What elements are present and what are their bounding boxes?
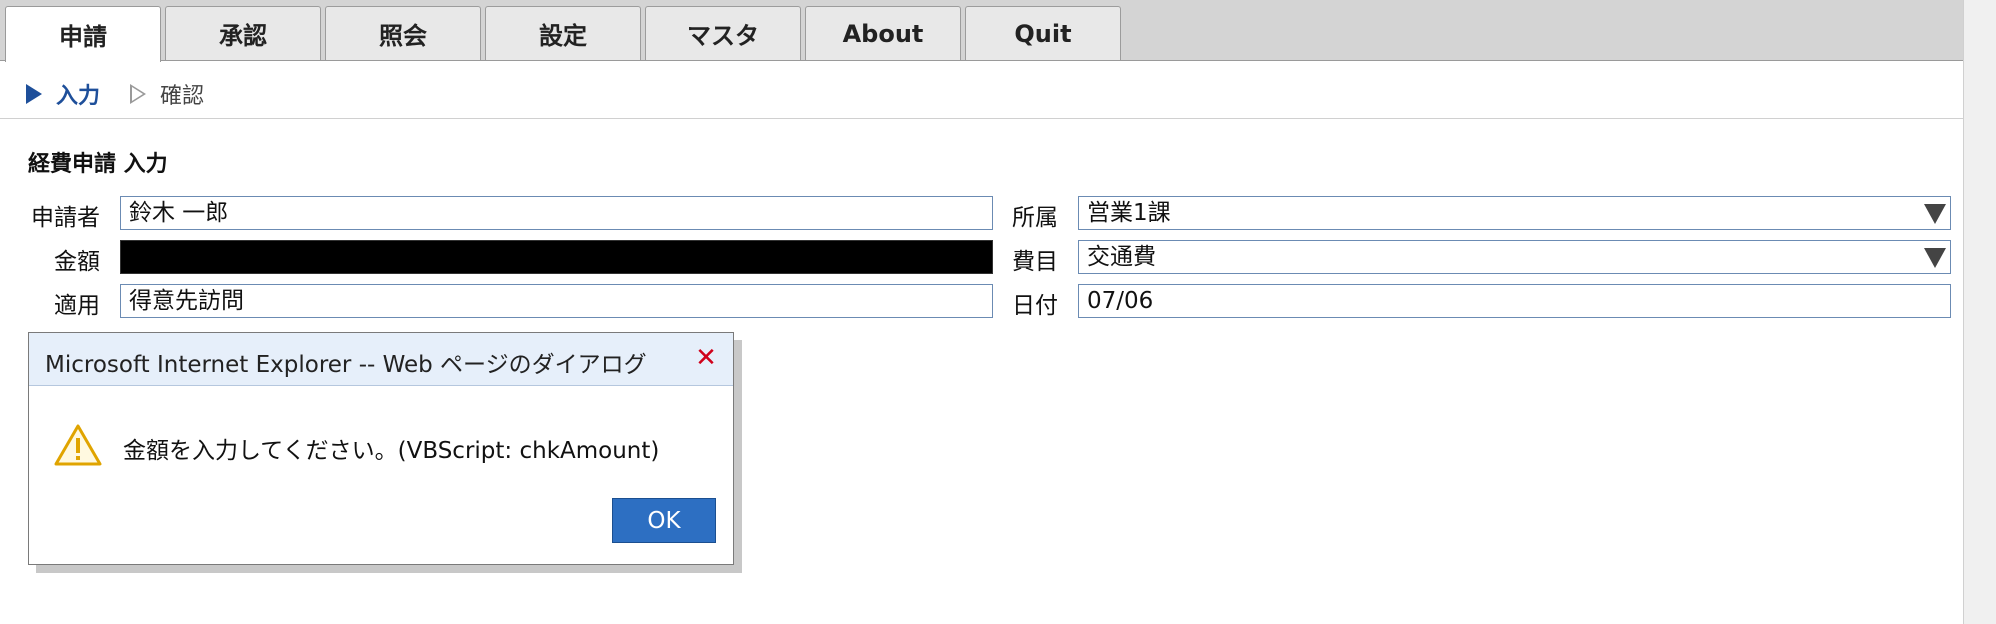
breadcrumb-label-confirm: 確認: [160, 84, 205, 109]
tab-about[interactable]: About: [805, 6, 961, 60]
date-label: 日付: [1012, 293, 1058, 319]
tab-quit[interactable]: Quit: [965, 6, 1121, 60]
form-title: 経費申請 入力: [28, 152, 168, 177]
applicant-label: 申請者: [31, 205, 100, 231]
breadcrumb: 入力 確認: [26, 78, 234, 110]
close-icon[interactable]: ✕: [693, 345, 719, 371]
note-field[interactable]: 得意先訪問: [120, 284, 993, 318]
ok-button[interactable]: OK: [612, 498, 716, 543]
play-arrow-outline-icon: [130, 84, 147, 104]
department-label: 所属: [1012, 205, 1058, 231]
tab-master[interactable]: マスタ: [645, 6, 801, 60]
warning-icon: [54, 424, 102, 466]
note-label: 適用: [54, 293, 100, 319]
tab-shinsei[interactable]: 申請: [5, 6, 161, 62]
category-label: 費目: [1012, 249, 1058, 275]
app-window: 申請 承認 照会 設定 マスタ About Quit 入力 確認 経費申請 入力…: [0, 0, 1963, 624]
department-value: 営業1課: [1087, 200, 1171, 226]
breadcrumb-step-input: 入力: [26, 78, 100, 110]
tab-shounin[interactable]: 承認: [165, 6, 321, 60]
applicant-field[interactable]: 鈴木 一郎: [120, 196, 993, 230]
tab-shoukai[interactable]: 照会: [325, 6, 481, 60]
category-value: 交通費: [1087, 244, 1156, 270]
tab-bar: 申請 承認 照会 設定 マスタ About Quit: [0, 0, 1963, 62]
amount-label: 金額: [54, 249, 100, 275]
chevron-down-icon[interactable]: [1924, 204, 1946, 224]
breadcrumb-label-input: 入力: [56, 84, 101, 109]
dialog-message: 金額を入力してください。(VBScript: chkAmount): [123, 438, 660, 464]
chevron-down-icon[interactable]: [1924, 248, 1946, 268]
amount-field[interactable]: [120, 240, 993, 274]
category-select[interactable]: 交通費: [1078, 240, 1951, 274]
scrollbar[interactable]: [1963, 0, 1996, 624]
tab-settei[interactable]: 設定: [485, 6, 641, 60]
department-select[interactable]: 営業1課: [1078, 196, 1951, 230]
date-field[interactable]: 07/06: [1078, 284, 1951, 318]
dialog-title: Microsoft Internet Explorer -- Web ページのダ…: [45, 352, 647, 378]
divider: [0, 118, 1963, 119]
dialog-title-bar: Microsoft Internet Explorer -- Web ページのダ…: [29, 333, 733, 386]
alert-dialog: Microsoft Internet Explorer -- Web ページのダ…: [28, 332, 734, 565]
play-arrow-icon: [26, 84, 42, 104]
breadcrumb-step-confirm: 確認: [130, 78, 204, 110]
